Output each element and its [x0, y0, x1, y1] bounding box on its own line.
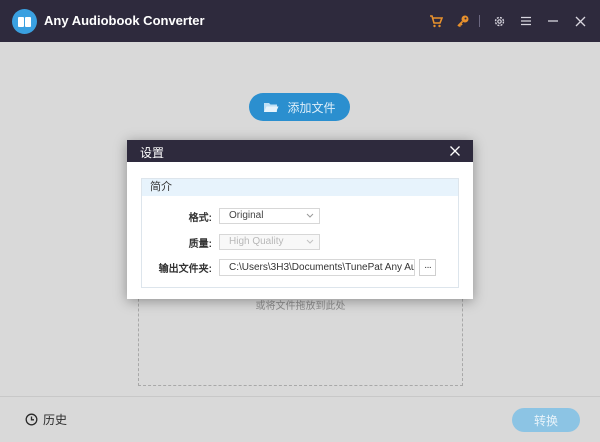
format-value: Original [229, 210, 264, 221]
clock-icon [25, 413, 38, 426]
add-files-button[interactable]: 添加文件 [249, 93, 350, 121]
add-files-label: 添加文件 [287, 100, 336, 115]
title-bar: Any Audiobook Converter [0, 0, 600, 42]
drop-hint-text: 或将文件拖放到此处 [255, 301, 346, 312]
browse-button[interactable]: ··· [419, 259, 436, 276]
convert-button[interactable]: 转换 [512, 408, 580, 432]
cart-icon[interactable] [424, 9, 448, 33]
dialog-close-icon[interactable] [449, 145, 461, 157]
quality-label: 质量: [188, 238, 212, 250]
dialog-header: 设置 [127, 140, 473, 162]
quality-value: High Quality [229, 236, 284, 247]
history-button[interactable]: 历史 [25, 411, 67, 428]
output-folder-label: 输出文件夹: [158, 264, 212, 275]
key-icon[interactable] [451, 9, 475, 33]
format-select[interactable]: Original [219, 208, 320, 224]
settings-dialog: 设置 简介 格式: Original 质量: High Quality 输出文件… [127, 140, 473, 299]
toolbar-divider [479, 15, 480, 27]
gear-icon[interactable] [487, 9, 511, 33]
minimize-icon[interactable] [541, 9, 565, 33]
format-label: 格式: [188, 212, 212, 224]
chevron-down-icon [306, 239, 314, 244]
history-label: 历史 [43, 413, 68, 427]
close-icon[interactable] [568, 9, 592, 33]
output-folder-input[interactable]: C:\Users\3H3\Documents\TunePat Any Audio… [219, 259, 415, 276]
folder-open-icon [264, 102, 279, 112]
app-title: Any Audiobook Converter [44, 13, 205, 28]
app-logo-icon [12, 9, 37, 34]
bottom-bar: 历史 转换 [0, 396, 600, 442]
settings-panel: 简介 格式: Original 质量: High Quality 输出文件夹: … [141, 178, 459, 288]
section-title: 简介 [142, 179, 458, 196]
dialog-title: 设置 [140, 146, 165, 160]
chevron-down-icon [306, 213, 314, 218]
quality-select: High Quality [219, 234, 320, 250]
menu-icon[interactable] [514, 9, 538, 33]
